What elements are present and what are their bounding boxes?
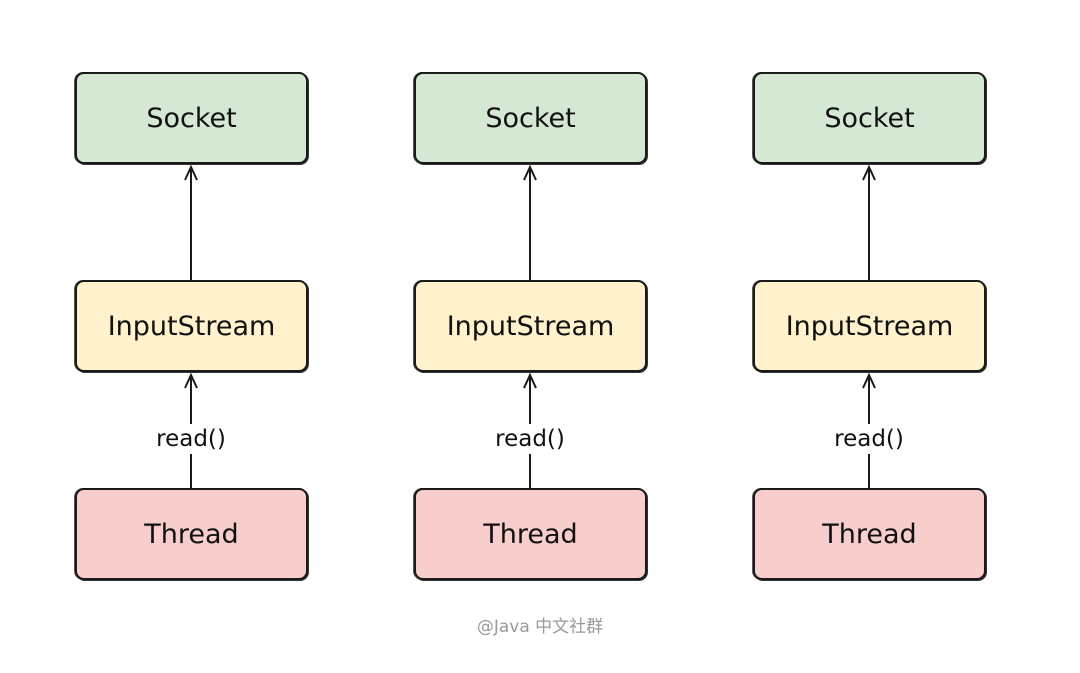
thread-box: Thread	[75, 488, 308, 580]
stream-to-socket-arrow	[184, 164, 198, 280]
stream-to-socket-arrow	[523, 164, 537, 280]
thread-box: Thread	[414, 488, 647, 580]
stream-to-socket-arrow	[862, 164, 876, 280]
read-edge-label: read()	[834, 424, 904, 454]
thread-box: Thread	[753, 488, 986, 580]
watermark: @Java 中文社群	[476, 617, 604, 637]
read-edge-label: read()	[156, 424, 226, 454]
read-edge-label: read()	[495, 424, 565, 454]
inputstream-box: InputStream	[753, 280, 986, 372]
socket-box: Socket	[414, 72, 647, 164]
inputstream-box: InputStream	[75, 280, 308, 372]
socket-box: Socket	[753, 72, 986, 164]
diagram-canvas: @Java 中文社群 Socket InputStream Thread read()…	[0, 0, 1080, 673]
inputstream-box: InputStream	[414, 280, 647, 372]
socket-box: Socket	[75, 72, 308, 164]
